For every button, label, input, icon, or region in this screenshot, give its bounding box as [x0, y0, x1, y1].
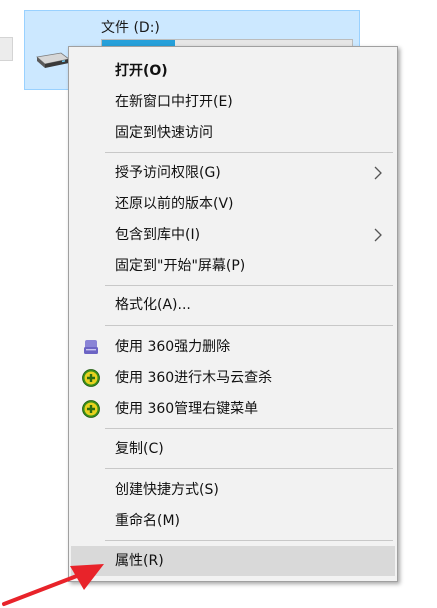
drive-name: 文件 (D:)	[101, 20, 160, 36]
menu-item-label: 复制(C)	[115, 441, 164, 457]
menu-item-label: 使用 360管理右键菜单	[115, 401, 259, 417]
menu-item-pin-start[interactable]: 固定到"开始"屏幕(P)	[71, 252, 395, 280]
menu-item-label: 格式化(A)...	[115, 297, 191, 313]
menu-item-include-library[interactable]: 包含到库中(I)	[71, 221, 395, 249]
menu-item-label: 固定到"开始"屏幕(P)	[115, 258, 246, 274]
menu-item-360-shred[interactable]: 使用 360强力删除	[71, 333, 395, 361]
context-menu: 打开(O) 在新窗口中打开(E) 固定到快速访问 授予访问权限(G) 还原以前的…	[68, 46, 398, 582]
menu-separator	[105, 152, 393, 153]
menu-item-360-scan[interactable]: 使用 360进行木马云查杀	[71, 364, 395, 392]
menu-item-360-manage[interactable]: 使用 360管理右键菜单	[71, 395, 395, 423]
menu-item-create-shortcut[interactable]: 创建快捷方式(S)	[71, 476, 395, 504]
360-scan-icon	[82, 369, 100, 387]
menu-item-label: 使用 360进行木马云查杀	[115, 370, 273, 386]
menu-item-label: 打开(O)	[115, 63, 168, 79]
menu-separator	[105, 428, 393, 429]
menu-item-label: 授予访问权限(G)	[115, 165, 221, 181]
menu-separator	[105, 468, 393, 469]
menu-item-grant-access[interactable]: 授予访问权限(G)	[71, 159, 395, 187]
menu-item-restore-versions[interactable]: 还原以前的版本(V)	[71, 190, 395, 218]
menu-item-label: 创建快捷方式(S)	[115, 482, 219, 498]
menu-item-open[interactable]: 打开(O)	[71, 57, 395, 85]
360-manage-icon	[82, 400, 100, 418]
menu-separator	[105, 325, 393, 326]
menu-item-label: 包含到库中(I)	[115, 227, 201, 243]
chevron-right-icon	[374, 166, 382, 180]
menu-separator	[105, 540, 393, 541]
menu-item-label: 重命名(M)	[115, 513, 181, 529]
menu-item-copy[interactable]: 复制(C)	[71, 435, 395, 463]
menu-item-properties[interactable]: 属性(R)	[71, 546, 395, 576]
menu-item-format[interactable]: 格式化(A)...	[71, 291, 395, 319]
menu-item-pin-quick-access[interactable]: 固定到快速访问	[71, 119, 395, 147]
360-shred-icon	[84, 340, 98, 354]
hard-drive-icon	[36, 52, 70, 68]
neighbor-item-edge[interactable]	[0, 37, 13, 61]
menu-item-label: 使用 360强力删除	[115, 339, 231, 355]
menu-item-label: 在新窗口中打开(E)	[115, 94, 233, 110]
menu-item-label: 固定到快速访问	[115, 125, 213, 141]
chevron-right-icon	[374, 228, 382, 242]
menu-separator	[105, 285, 393, 286]
menu-item-label: 属性(R)	[115, 553, 164, 569]
menu-item-open-new-window[interactable]: 在新窗口中打开(E)	[71, 88, 395, 116]
menu-item-rename[interactable]: 重命名(M)	[71, 507, 395, 535]
menu-item-label: 还原以前的版本(V)	[115, 196, 234, 212]
annotation-arrow-icon	[2, 564, 104, 606]
